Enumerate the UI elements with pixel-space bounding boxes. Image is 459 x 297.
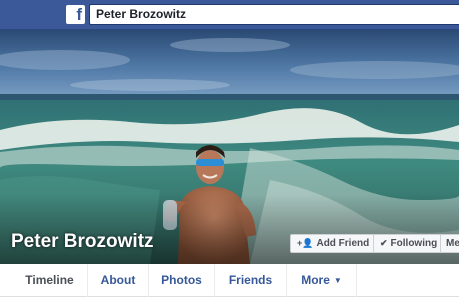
add-friend-button[interactable]: +👤 Add Friend: [290, 234, 377, 253]
top-bar: f Peter Brozowitz: [0, 0, 459, 30]
tab-friends[interactable]: Friends: [215, 264, 287, 297]
facebook-logo-icon[interactable]: f: [66, 5, 85, 24]
tab-about[interactable]: About: [88, 264, 149, 297]
following-button[interactable]: ✔ Following: [373, 234, 445, 253]
message-button[interactable]: Me: [440, 234, 459, 253]
search-input[interactable]: Peter Brozowitz: [89, 4, 459, 25]
checkmark-icon: ✔: [380, 238, 388, 248]
cover-shade: [0, 194, 459, 264]
profile-tabs: Timeline About Photos Friends More ▼: [0, 264, 459, 297]
tab-photos[interactable]: Photos: [149, 264, 215, 297]
tab-more[interactable]: More ▼: [287, 264, 357, 297]
cover-photo[interactable]: Peter Brozowitz +👤 Add Friend ✔ Following …: [0, 30, 459, 264]
add-friend-icon: +👤: [297, 238, 314, 248]
tab-more-label: More: [301, 273, 330, 287]
add-friend-label: Add Friend: [316, 238, 370, 249]
caret-down-icon: ▼: [333, 276, 342, 285]
following-label: Following: [390, 238, 438, 249]
tab-timeline[interactable]: Timeline: [12, 264, 88, 297]
profile-name[interactable]: Peter Brozowitz: [11, 231, 154, 253]
